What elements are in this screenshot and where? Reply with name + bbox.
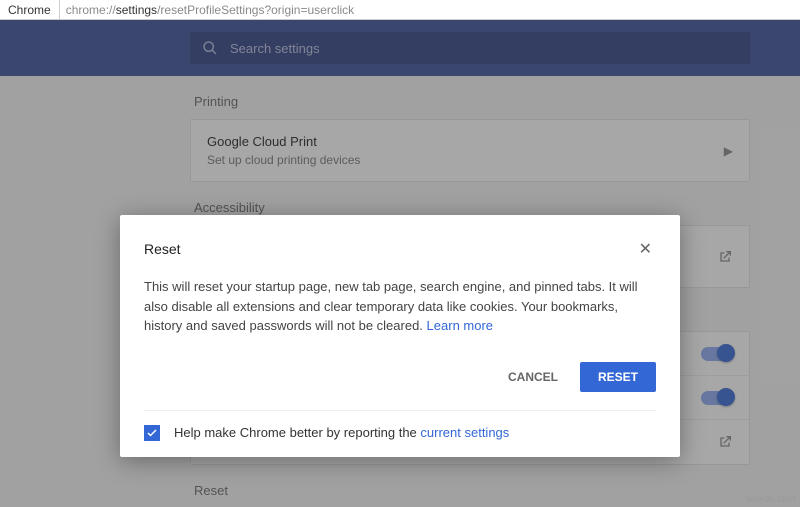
watermark: wsxdn.com xyxy=(746,494,796,505)
url-scheme: chrome:// xyxy=(66,3,116,17)
url-host: settings xyxy=(116,3,157,17)
current-settings-link[interactable]: current settings xyxy=(420,425,509,440)
settings-page: Search settings Printing Google Cloud Pr… xyxy=(0,20,800,507)
cancel-button[interactable]: CANCEL xyxy=(494,362,572,392)
learn-more-link[interactable]: Learn more xyxy=(427,318,493,333)
reset-dialog: Reset ✕ This will reset your startup pag… xyxy=(120,215,680,457)
dialog-footer: Help make Chrome better by reporting the… xyxy=(144,410,656,441)
dialog-title: Reset xyxy=(144,241,181,257)
address-url[interactable]: chrome://settings/resetProfileSettings?o… xyxy=(60,3,360,17)
url-path: /resetProfileSettings?origin=userclick xyxy=(157,3,354,17)
address-bar: Chrome chrome://settings/resetProfileSet… xyxy=(0,0,800,20)
help-text: Help make Chrome better by reporting the… xyxy=(174,425,509,440)
browser-label: Chrome xyxy=(0,0,60,19)
dialog-body: This will reset your startup page, new t… xyxy=(144,277,656,336)
help-checkbox[interactable] xyxy=(144,425,160,441)
close-button[interactable]: ✕ xyxy=(635,235,656,263)
close-icon: ✕ xyxy=(639,241,652,258)
reset-button[interactable]: RESET xyxy=(580,362,656,392)
dialog-body-text: This will reset your startup page, new t… xyxy=(144,279,638,333)
check-icon xyxy=(146,427,158,439)
